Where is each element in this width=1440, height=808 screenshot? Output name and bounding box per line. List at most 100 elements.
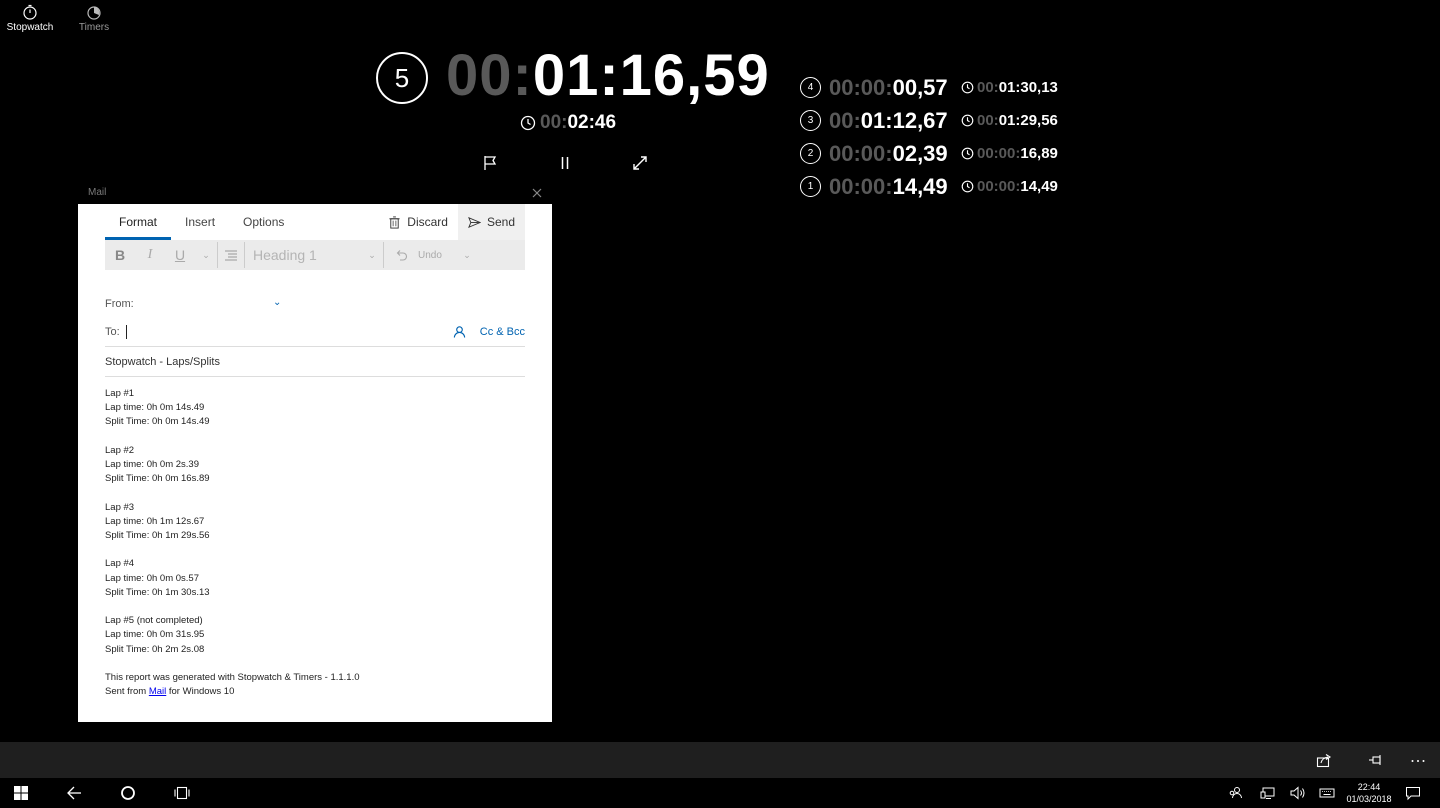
lap-time: 00:00:00,57 — [829, 74, 948, 100]
lap-button[interactable] — [470, 152, 510, 174]
body-line: Lap time: 0h 0m 0s.57 — [105, 572, 199, 584]
tab-insert[interactable]: Insert — [171, 204, 229, 240]
lap-split: 00:01:29,56 — [961, 112, 1058, 129]
back-arrow-icon[interactable] — [66, 785, 82, 801]
subject-field[interactable]: Stopwatch - Laps/Splits — [105, 347, 525, 377]
lap-split: 00:00:14,49 — [961, 178, 1058, 195]
lap-time: 00:01:12,67 — [829, 107, 948, 133]
lap-split: 00:01:30,13 — [961, 79, 1058, 96]
lap-row: 3 00:01:12,67 00:01:29,56 — [800, 104, 1058, 137]
pin-icon[interactable] — [1368, 752, 1384, 768]
chevron-down-icon: ⌄ — [368, 249, 376, 260]
laps-list: 4 00:00:00,57 00:01:30,13 3 00:01:12,67 … — [800, 71, 1058, 203]
flag-icon — [484, 156, 497, 170]
nav-timers[interactable]: Timers — [70, 4, 118, 33]
body-line: Lap #5 (not completed) — [105, 615, 203, 627]
clock-icon — [961, 114, 974, 127]
style-dropdown[interactable]: ⌄ — [361, 240, 383, 270]
fullscreen-button[interactable] — [620, 152, 660, 174]
nav-stopwatch-label: Stopwatch — [6, 22, 54, 33]
mail-window-title: Mail — [88, 187, 107, 198]
body-line: Lap time: 0h 1m 12s.67 — [105, 515, 205, 527]
keyboard-icon[interactable] — [1319, 785, 1335, 801]
body-line: Split Time: 0h 0m 14s.49 — [105, 416, 210, 428]
mail-actions: Discard Send — [378, 204, 525, 240]
format-toolbar: B I U ⌄ Heading 1 ⌄ Undo ⌄ — [105, 240, 525, 270]
total-time-dim: 00: — [540, 112, 568, 133]
discard-button[interactable]: Discard — [378, 204, 458, 240]
share-icon[interactable] — [1316, 752, 1332, 768]
to-field[interactable]: To: Cc & Bcc — [105, 317, 525, 347]
discard-label: Discard — [407, 215, 448, 229]
clock-icon — [961, 81, 974, 94]
body-line: Lap #3 — [105, 501, 135, 513]
clock-icon — [520, 115, 536, 131]
body-line: Split Time: 0h 0m 16s.89 — [105, 473, 210, 485]
mail-ribbon: Format Insert Options Discard Send B I U… — [105, 204, 525, 270]
italic-button[interactable]: I — [135, 240, 165, 270]
contact-icon[interactable] — [453, 325, 466, 338]
timer-icon — [87, 6, 101, 20]
tab-format[interactable]: Format — [105, 204, 172, 240]
undo-dropdown[interactable]: ⌄ — [456, 240, 478, 270]
more-icon[interactable] — [1410, 752, 1426, 768]
body-line: Lap #4 — [105, 558, 135, 570]
subject-text: Stopwatch - Laps/Splits — [105, 355, 220, 368]
underline-button[interactable]: U — [165, 240, 195, 270]
chevron-down-icon: ⌄ — [202, 249, 210, 260]
task-view-icon[interactable] — [174, 785, 190, 801]
mail-compose-window: Mail Format Insert Options Discard Send … — [78, 181, 552, 722]
lap-time: 00:00:02,39 — [829, 140, 948, 166]
people-icon[interactable] — [1227, 785, 1243, 801]
taskbar-clock[interactable]: 22:44 01/03/2018 — [1344, 781, 1394, 805]
pause-button[interactable] — [545, 152, 585, 174]
volume-icon[interactable] — [1290, 785, 1306, 801]
from-label: From: — [105, 298, 134, 310]
app-bar — [0, 742, 1440, 778]
undo-icon — [396, 250, 408, 261]
clock-time: 22:44 — [1357, 782, 1381, 792]
lap-number-badge: 1 — [800, 176, 821, 197]
from-field[interactable]: From: ⌄ — [105, 293, 525, 315]
sent-from-line: Sent from Mail for Windows 10 — [105, 686, 235, 698]
stopwatch-icon — [23, 4, 37, 20]
cc-bcc-link[interactable]: Cc & Bcc — [480, 326, 525, 338]
nav-stopwatch[interactable]: Stopwatch — [6, 4, 54, 33]
close-icon[interactable] — [530, 186, 544, 200]
mail-link[interactable]: Mail — [149, 686, 166, 697]
body-line: Lap #2 — [105, 444, 135, 456]
body-line: Split Time: 0h 1m 29s.56 — [105, 530, 210, 541]
body-line: Lap time: 0h 0m 14s.49 — [105, 402, 205, 414]
cortana-icon[interactable] — [120, 785, 136, 801]
top-nav: Stopwatch Timers — [6, 4, 118, 33]
current-lap-number: 5 — [394, 62, 410, 93]
pause-icon — [561, 157, 569, 169]
chevron-down-icon: ⌄ — [463, 249, 471, 260]
body-line: Lap time: 0h 0m 31s.95 — [105, 629, 205, 641]
network-icon[interactable] — [1260, 785, 1276, 801]
taskbar: 22:44 01/03/2018 — [0, 778, 1440, 808]
send-button[interactable]: Send — [457, 204, 525, 240]
font-options-dropdown[interactable]: ⌄ — [195, 240, 217, 270]
undo-button[interactable]: Undo — [384, 240, 456, 270]
chevron-down-icon[interactable]: ⌄ — [273, 297, 281, 308]
stopwatch-controls — [470, 152, 660, 174]
windows-start-icon[interactable] — [13, 785, 29, 801]
clock-icon — [961, 180, 974, 193]
paragraph-button[interactable] — [218, 240, 244, 270]
body-line: Split Time: 0h 1m 30s.13 — [105, 586, 210, 598]
style-select[interactable]: Heading 1 — [245, 240, 361, 270]
body-line: Split Time: 0h 2m 2s.08 — [105, 643, 205, 655]
tab-options[interactable]: Options — [229, 204, 298, 240]
lap-row: 4 00:00:00,57 00:01:30,13 — [800, 71, 1058, 104]
lap-number-badge: 2 — [800, 143, 821, 164]
to-label: To: — [105, 325, 120, 338]
text-caret — [125, 324, 127, 339]
bold-button[interactable]: B — [105, 240, 135, 270]
lap-split: 00:00:16,89 — [961, 145, 1058, 162]
total-time: 00:02:46 — [520, 112, 616, 134]
message-body[interactable]: Lap #1 Lap time: 0h 0m 14s.49 Split Time… — [105, 387, 360, 699]
action-center-icon[interactable] — [1405, 785, 1421, 801]
lap-row: 1 00:00:14,49 00:00:14,49 — [800, 170, 1058, 203]
nav-timers-label: Timers — [78, 22, 110, 33]
